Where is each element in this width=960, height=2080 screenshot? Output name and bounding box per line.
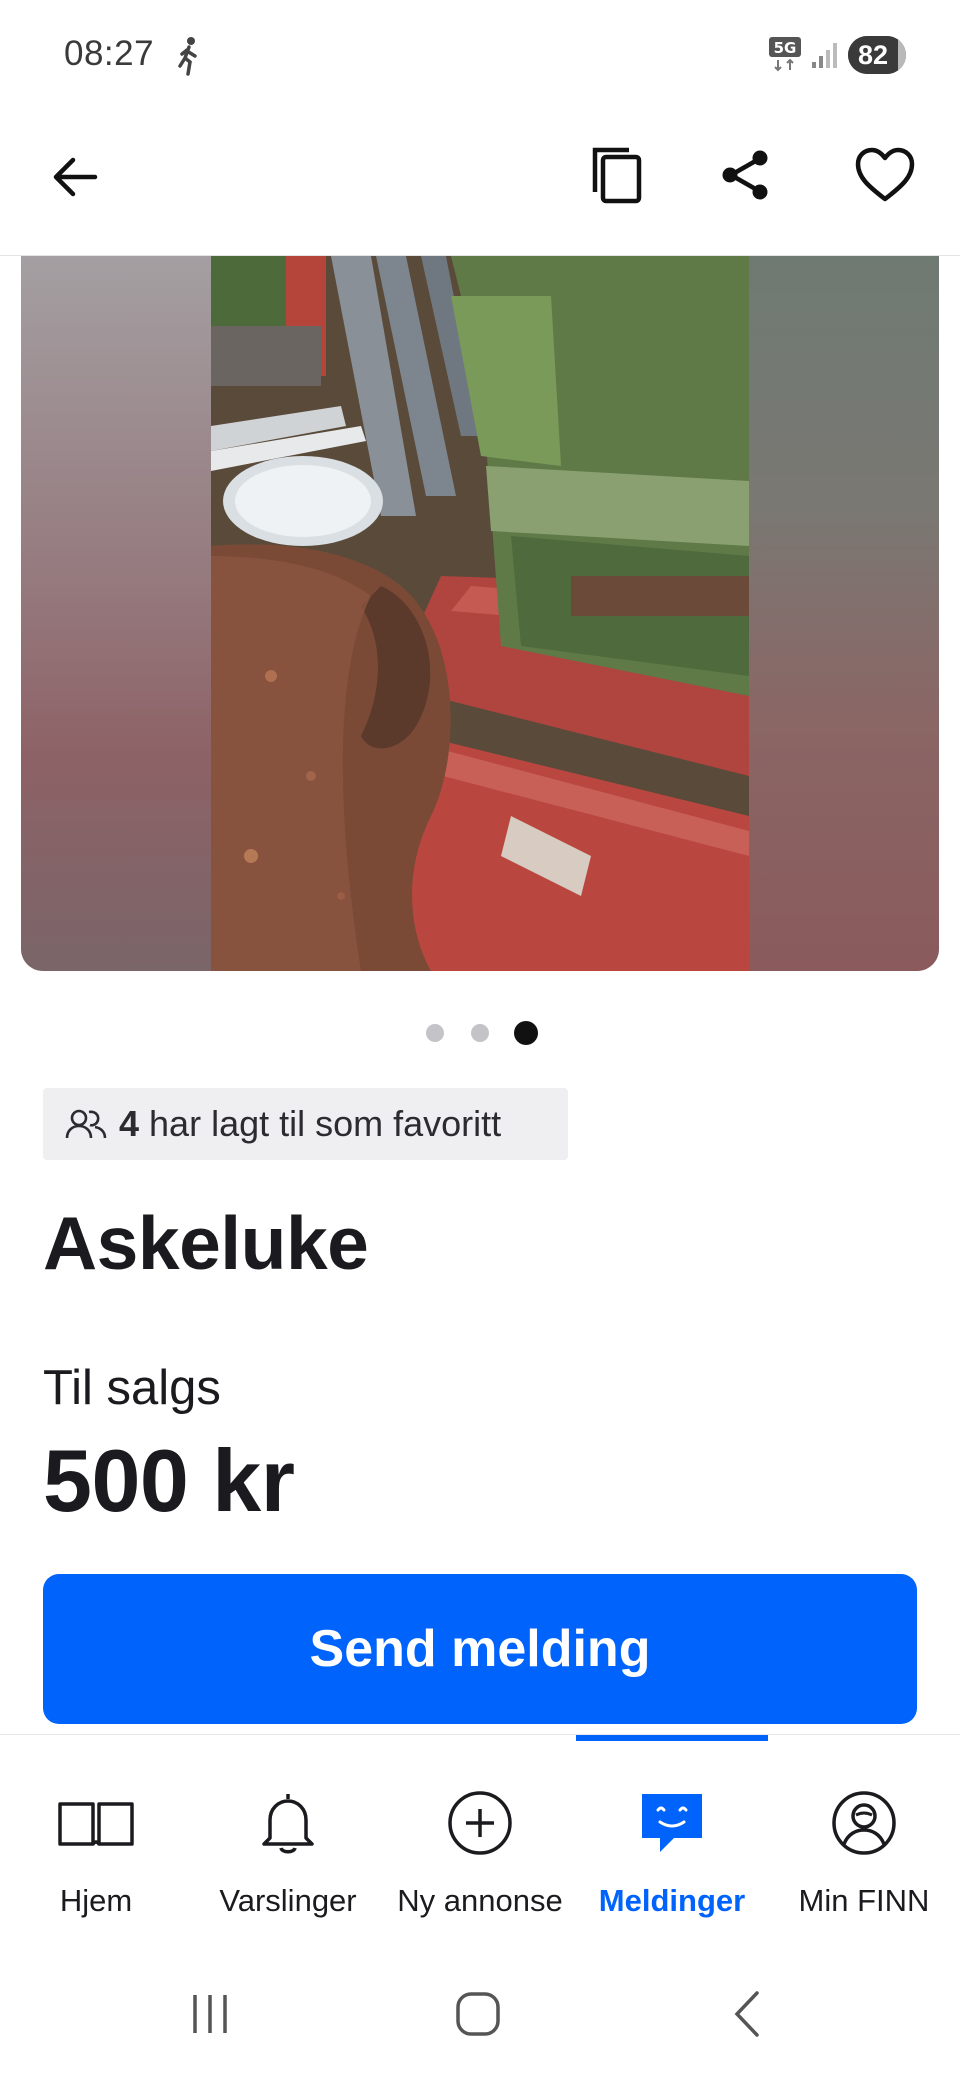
listing-title: Askeluke bbox=[43, 1201, 369, 1285]
nav-label-varslinger: Varslinger bbox=[219, 1883, 357, 1918]
copy-icon bbox=[592, 147, 642, 204]
nav-item-ny-annonse[interactable]: Ny annonse bbox=[384, 1735, 576, 1955]
recents-icon bbox=[193, 1995, 227, 2033]
favorite-button[interactable] bbox=[850, 140, 920, 210]
nav-item-meldinger[interactable]: Meldinger bbox=[576, 1735, 768, 1955]
image-blur-right bbox=[749, 256, 939, 971]
recents-button[interactable] bbox=[175, 1984, 245, 2044]
network-label: 5G bbox=[774, 39, 797, 57]
network-5g-icon: 5G bbox=[769, 37, 801, 72]
pager-dot-1[interactable] bbox=[426, 1024, 444, 1042]
image-blur-left bbox=[21, 256, 211, 971]
bottom-navigation: Hjem Varslinger Ny annonse Meldinger Min… bbox=[0, 1734, 960, 1954]
book-icon bbox=[56, 1783, 136, 1863]
pager-dot-2[interactable] bbox=[471, 1024, 489, 1042]
people-icon bbox=[65, 1109, 107, 1139]
battery-indicator: 82 bbox=[848, 36, 906, 74]
app-bar bbox=[0, 110, 960, 256]
home-icon bbox=[456, 1992, 500, 2036]
battery-level: 82 bbox=[857, 40, 889, 70]
listing-price: 500 kr bbox=[43, 1431, 295, 1530]
share-icon bbox=[722, 150, 768, 200]
nav-label-meldinger: Meldinger bbox=[598, 1883, 746, 1918]
system-back-button[interactable] bbox=[712, 1984, 782, 2044]
chat-bubble-icon bbox=[632, 1783, 712, 1863]
nav-item-varslinger[interactable]: Varslinger bbox=[192, 1735, 384, 1955]
listing-photo[interactable] bbox=[211, 256, 749, 971]
status-time: 08:27 bbox=[64, 34, 155, 73]
pager-dot-3-active[interactable] bbox=[514, 1021, 538, 1045]
carousel-pager bbox=[0, 1018, 960, 1048]
copy-button[interactable] bbox=[582, 140, 652, 210]
image-carousel[interactable] bbox=[21, 256, 939, 971]
favorites-count: 4 bbox=[119, 1103, 140, 1144]
back-chevron-icon bbox=[734, 1991, 759, 2037]
system-navigation-bar bbox=[0, 1954, 960, 2080]
signal-icon bbox=[812, 43, 837, 68]
send-message-button[interactable]: Send melding bbox=[43, 1574, 917, 1724]
back-button[interactable] bbox=[40, 142, 110, 212]
nav-label-ny-annonse: Ny annonse bbox=[397, 1883, 563, 1918]
nav-item-min-finn[interactable]: Min FINN bbox=[768, 1735, 960, 1955]
walking-icon bbox=[178, 37, 197, 76]
nav-item-hjem[interactable]: Hjem bbox=[0, 1735, 192, 1955]
heart-outline-icon bbox=[855, 147, 915, 202]
favorites-badge: 4 har lagt til som favoritt bbox=[43, 1088, 568, 1160]
nav-label-min-finn: Min FINN bbox=[798, 1883, 930, 1918]
plus-circle-icon bbox=[440, 1783, 520, 1863]
nav-label-hjem: Hjem bbox=[59, 1883, 133, 1918]
bell-icon bbox=[248, 1783, 328, 1863]
profile-icon bbox=[824, 1783, 904, 1863]
screen: 08:27 5G 82 4 har lagt til som favoritt … bbox=[0, 0, 960, 2080]
share-button[interactable] bbox=[710, 140, 780, 210]
arrow-left-icon bbox=[53, 157, 98, 197]
sale-type-label: Til salgs bbox=[43, 1361, 221, 1415]
status-bar: 08:27 5G 82 bbox=[0, 0, 960, 110]
home-button[interactable] bbox=[443, 1984, 513, 2044]
favorites-text: har lagt til som favoritt bbox=[149, 1103, 502, 1144]
